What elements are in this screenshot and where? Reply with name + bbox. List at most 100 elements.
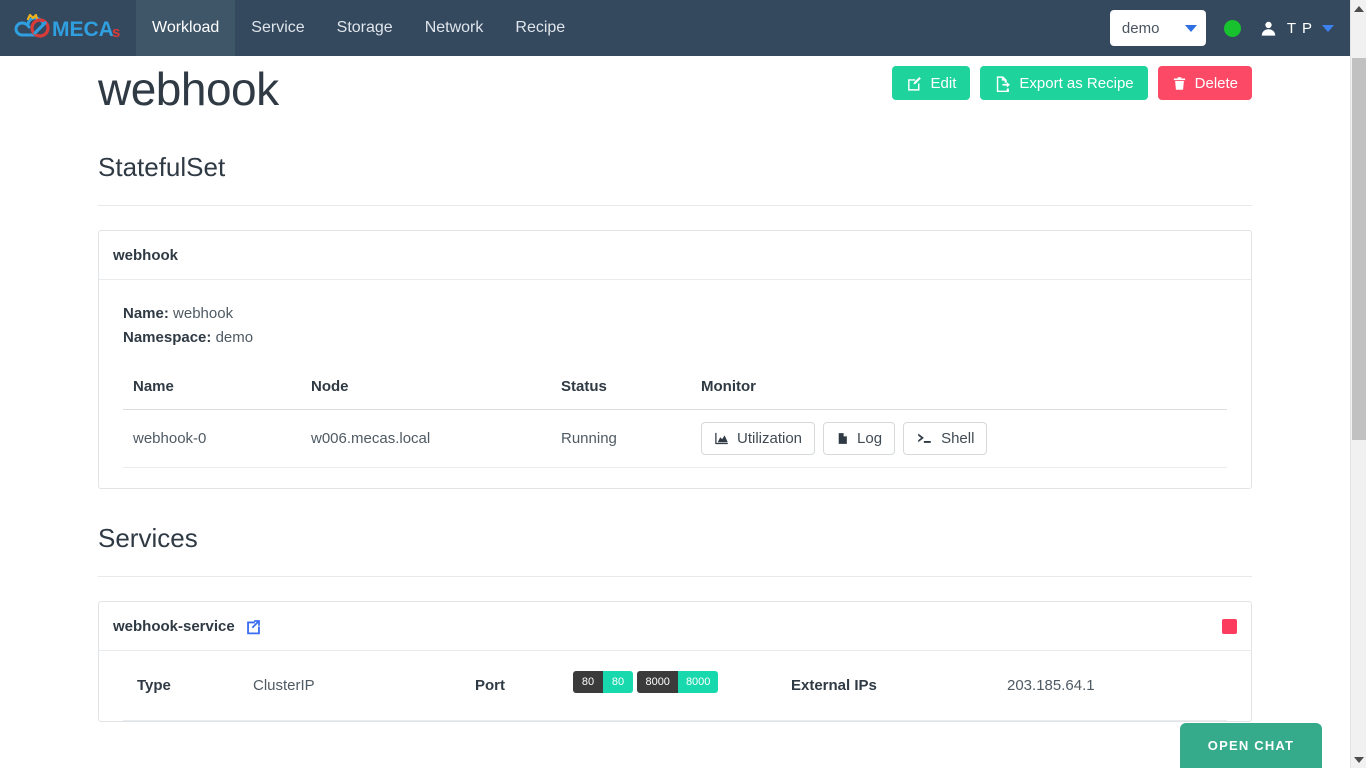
port-badge-port: 8000	[637, 671, 678, 693]
statefulset-name-row: Name: webhook	[123, 302, 1227, 326]
page-content: webhook Edit Export as Recipe Delete Sta…	[0, 56, 1350, 768]
service-type-label: Type	[137, 677, 171, 694]
scrollbar-down-arrow[interactable]	[1351, 751, 1366, 768]
user-avatar-icon	[1261, 21, 1276, 36]
pods-col-status: Status	[551, 378, 691, 410]
monitor-button-group: Utilization Log Shell	[701, 422, 1227, 455]
statefulset-card: webhook Name: webhook Namespace: demo Na…	[98, 230, 1252, 489]
page-header: webhook Edit Export as Recipe Delete	[98, 56, 1252, 118]
statefulset-namespace-value: demo	[215, 329, 254, 346]
nav-item-workload[interactable]: Workload	[136, 0, 236, 56]
primary-nav: Workload Service Storage Network Recipe	[136, 0, 581, 56]
pod-status-cell: Running	[551, 409, 691, 468]
pods-table: Name Node Status Monitor webhook-0 w006.…	[123, 378, 1227, 468]
svg-text:MECA: MECA	[52, 18, 114, 41]
service-card-title: webhook-service	[113, 617, 235, 635]
svg-text:s: s	[112, 24, 120, 41]
shell-button-label: Shell	[941, 430, 975, 447]
page-actions: Edit Export as Recipe Delete	[891, 60, 1252, 100]
service-external-ips-value: 203.185.64.1	[1007, 677, 1095, 694]
shell-button[interactable]: Shell	[903, 422, 988, 455]
content-container: webhook Edit Export as Recipe Delete Sta…	[98, 56, 1252, 722]
service-port-values: 80 80 8000 8000	[573, 667, 791, 696]
pods-col-monitor: Monitor	[691, 378, 1227, 410]
nav-item-storage[interactable]: Storage	[321, 0, 409, 56]
user-menu[interactable]: T P	[1259, 19, 1334, 38]
service-detail-row: Type ClusterIP Port 80 80 8000 8000 Exte…	[123, 667, 1227, 721]
nav-item-network[interactable]: Network	[409, 0, 500, 56]
statefulset-card-title: webhook	[113, 246, 179, 264]
pod-node-cell: w006.mecas.local	[301, 409, 551, 468]
port-badge-target: 8000	[677, 671, 719, 693]
cluster-status-indicator	[1223, 19, 1241, 37]
table-row: webhook-0 w006.mecas.local Running Utili…	[123, 409, 1227, 468]
brand-logo[interactable]: MECA s	[0, 0, 136, 56]
service-card-body: Type ClusterIP Port 80 80 8000 8000 Exte…	[99, 651, 1251, 721]
user-chevron-down-icon	[1322, 24, 1334, 32]
workload-section-heading: StatefulSet	[98, 152, 226, 182]
chevron-up-icon	[1354, 5, 1364, 12]
utilization-button-label: Utilization	[737, 430, 803, 447]
statefulset-name-label: Name:	[123, 305, 169, 322]
port-badge-list: 80 80 8000 8000	[573, 667, 791, 696]
pod-name-cell: webhook-0	[123, 409, 301, 468]
pods-col-name: Name	[123, 378, 301, 410]
user-initials-label: T P	[1286, 19, 1313, 37]
services-section-heading: Services	[98, 523, 198, 553]
trash-icon	[1173, 76, 1185, 90]
edit-button[interactable]: Edit	[891, 66, 971, 100]
export-as-recipe-button-label: Export as Recipe	[1019, 74, 1134, 92]
service-card-title-group: webhook-service	[113, 618, 262, 635]
nav-item-storage-label: Storage	[336, 19, 393, 36]
service-status-badge	[1222, 618, 1237, 634]
port-badge-target: 80	[603, 671, 633, 693]
namespace-selector[interactable]: demo	[1109, 10, 1206, 46]
export-icon	[997, 75, 1011, 92]
statefulset-namespace-label: Namespace:	[123, 329, 212, 346]
page-title: webhook	[98, 63, 279, 115]
open-chat-label: OPEN CHAT	[1207, 738, 1295, 753]
delete-button[interactable]: Delete	[1157, 66, 1252, 100]
nav-item-service[interactable]: Service	[235, 0, 320, 56]
chart-icon	[715, 432, 728, 445]
nav-item-service-label: Service	[251, 19, 305, 36]
service-type-value: ClusterIP	[253, 677, 315, 694]
log-button[interactable]: Log	[823, 422, 896, 455]
statefulset-namespace-row: Namespace: demo	[123, 326, 1227, 350]
service-external-ips-label: External IPs	[791, 677, 877, 694]
edit-icon	[907, 76, 921, 91]
utilization-button[interactable]: Utilization	[701, 422, 816, 455]
statefulset-card-header: webhook	[99, 231, 1251, 280]
workload-section-divider	[98, 205, 1252, 206]
terminal-icon	[918, 433, 931, 443]
open-chat-button[interactable]: OPEN CHAT	[1180, 723, 1322, 768]
port-badge-port: 80	[573, 671, 603, 693]
comecas-logo-icon: MECA s	[14, 13, 120, 41]
statefulset-name-value: webhook	[173, 305, 234, 322]
statefulset-card-body: Name: webhook Namespace: demo Name Node …	[99, 280, 1251, 488]
nav-item-network-label: Network	[424, 19, 484, 36]
nav-item-workload-label: Workload	[152, 19, 220, 36]
namespace-selected-label: demo	[1121, 19, 1160, 37]
edit-button-label: Edit	[930, 74, 957, 92]
pod-monitor-cell: Utilization Log Shell	[691, 409, 1227, 468]
file-icon	[838, 433, 847, 444]
scrollbar-thumb[interactable]	[1352, 58, 1366, 440]
page-scrollbar[interactable]	[1350, 0, 1366, 768]
navbar-right-group: demo T P	[1109, 10, 1350, 46]
export-as-recipe-button[interactable]: Export as Recipe	[980, 66, 1148, 100]
log-button-label: Log	[857, 430, 883, 447]
scrollbar-up-arrow[interactable]	[1351, 0, 1366, 17]
pods-col-node: Node	[301, 378, 551, 410]
delete-button-label: Delete	[1194, 74, 1238, 92]
nav-item-recipe-label: Recipe	[515, 19, 566, 36]
chevron-down-icon	[1354, 756, 1364, 763]
nav-item-recipe[interactable]: Recipe	[499, 0, 581, 56]
port-badge: 80 80	[573, 671, 633, 693]
external-link-icon[interactable]	[245, 618, 262, 635]
pods-table-header-row: Name Node Status Monitor	[123, 378, 1227, 410]
pods-table-body: webhook-0 w006.mecas.local Running Utili…	[123, 409, 1227, 468]
top-navbar: MECA s Workload Service Storage Network …	[0, 0, 1350, 56]
pods-table-header: Name Node Status Monitor	[123, 378, 1227, 410]
port-badge: 8000 8000	[637, 671, 719, 693]
